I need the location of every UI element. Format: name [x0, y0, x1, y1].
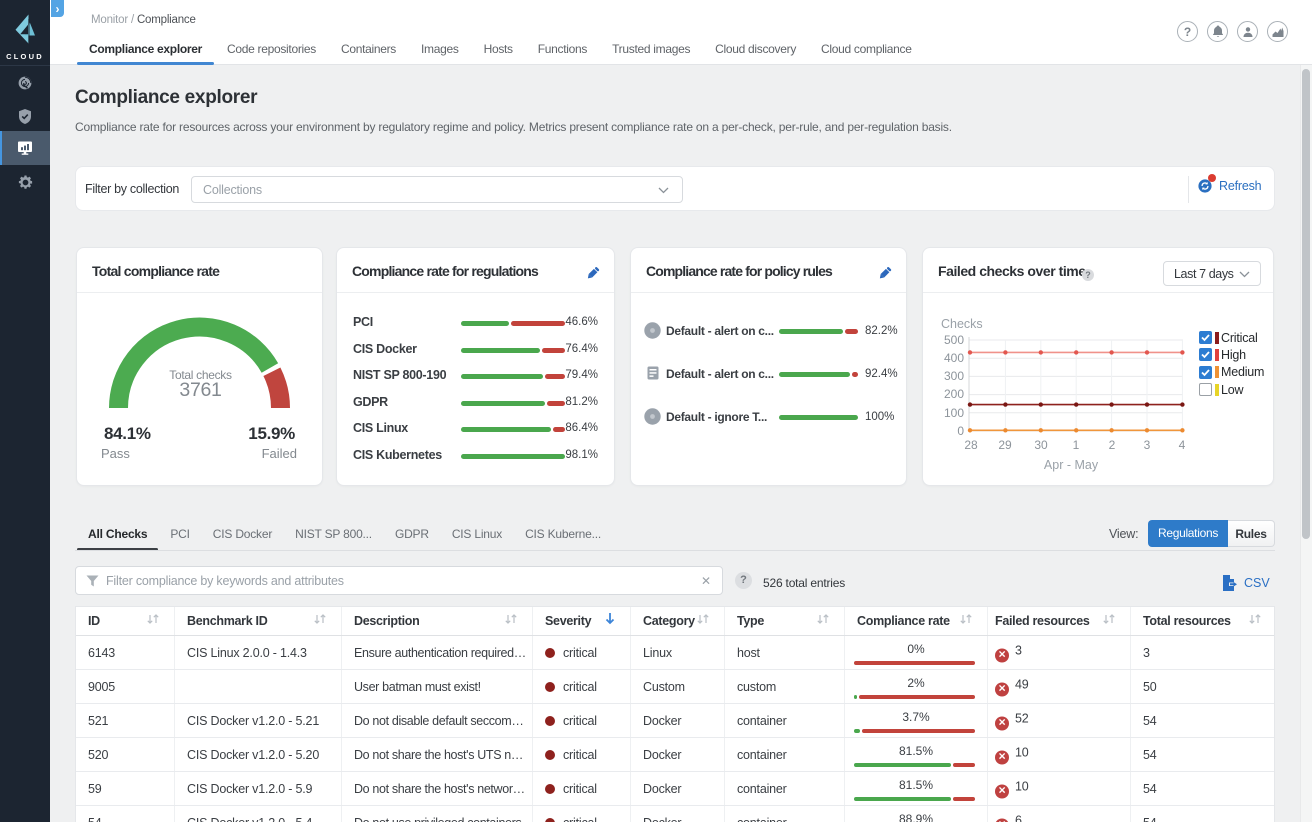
svg-text:1: 1	[1073, 438, 1080, 452]
svg-text:Checks: Checks	[941, 317, 983, 331]
svg-text:30: 30	[1034, 438, 1048, 452]
svg-text:Apr - May: Apr - May	[1044, 458, 1099, 472]
svg-text:28: 28	[964, 438, 978, 452]
svg-text:500: 500	[944, 333, 964, 347]
svg-text:400: 400	[944, 351, 964, 365]
svg-text:0: 0	[957, 424, 964, 438]
svg-text:4: 4	[1179, 438, 1186, 452]
svg-text:100: 100	[944, 406, 964, 420]
svg-text:200: 200	[944, 387, 964, 401]
svg-text:300: 300	[944, 369, 964, 383]
svg-text:2: 2	[1109, 438, 1116, 452]
svg-text:29: 29	[998, 438, 1012, 452]
svg-text:3: 3	[1144, 438, 1151, 452]
